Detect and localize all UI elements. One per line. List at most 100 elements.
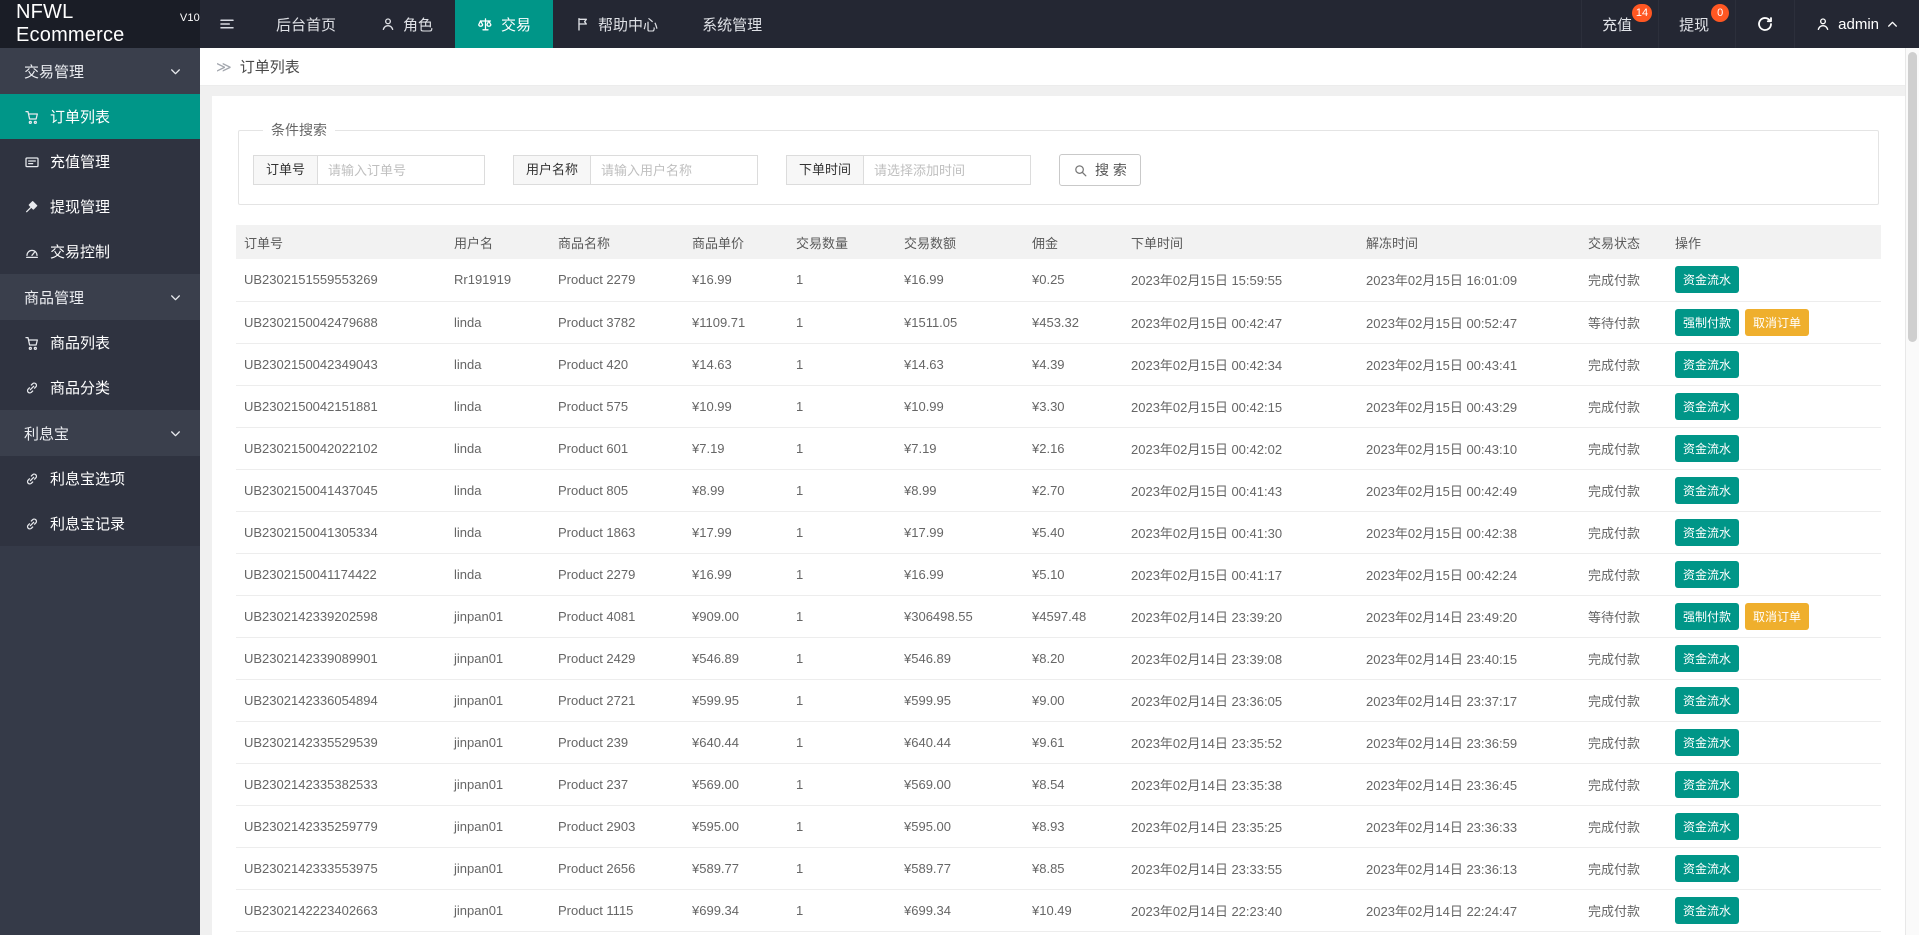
fund-flow-button[interactable]: 资金流水	[1675, 896, 1740, 924]
cell-commission: ¥2.16	[1024, 427, 1123, 470]
cell-actions: 资金流水	[1667, 385, 1881, 428]
chevron-down-icon	[171, 294, 180, 300]
cell-actions: 资金流水	[1667, 259, 1881, 302]
fund-flow-button[interactable]: 资金流水	[1675, 644, 1740, 672]
sidebar: 交易管理订单列表充值管理 提现管理 交易控制商品管理商品列表 商品分类 利息宝 利息宝选项…	[0, 48, 200, 935]
table-row: UB2302142336054894 jinpan01 Product 2721 ¥5…	[236, 679, 1881, 722]
cancel-order-button[interactable]: 取消订单	[1745, 602, 1810, 630]
sidebar-item-interest-records[interactable]: 利息宝记录	[0, 501, 200, 546]
breadcrumb: ≫ 订单列表	[200, 48, 1905, 86]
nav-item-roles[interactable]: 角色	[358, 0, 455, 48]
screen: { "brand": { "name": "NFWL Ecommerce", "…	[0, 0, 1919, 935]
cell-unit-price: ¥599.95	[684, 679, 788, 722]
cell-order-time: 2023年02月14日 23:35:25	[1123, 805, 1358, 848]
cell-product-name: Product 3782	[550, 301, 684, 344]
nav-item-trade[interactable]: 交易	[455, 0, 554, 48]
cell-status: 完成付款	[1580, 343, 1667, 386]
fund-flow-button[interactable]: 资金流水	[1675, 266, 1740, 294]
cell-unfreeze-time: 2023年02月15日 00:42:38	[1358, 511, 1580, 554]
cell-order-no: UB2302150042151881	[236, 385, 446, 428]
sidebar-group-product-management[interactable]: 商品管理	[0, 274, 200, 320]
sidebar-item-recharge-management[interactable]: 充值管理	[0, 139, 200, 184]
order-time-input[interactable]	[863, 155, 1032, 185]
fund-flow-button[interactable]: 资金流水	[1675, 518, 1740, 546]
user-icon	[382, 18, 394, 30]
card-icon	[25, 156, 39, 167]
cell-qty: 1	[788, 763, 896, 806]
cell-status: 完成付款	[1580, 889, 1667, 932]
nav-item-dashboard[interactable]: 后台首页	[254, 0, 358, 48]
sidebar-item-product-list[interactable]: 商品列表	[0, 320, 200, 365]
fund-flow-button[interactable]: 资金流水	[1675, 350, 1740, 378]
chevron-down-icon	[171, 68, 180, 74]
fund-flow-button[interactable]: 资金流水	[1675, 392, 1740, 420]
order-no-input[interactable]	[317, 155, 486, 185]
sidebar-toggle-button[interactable]	[200, 0, 254, 48]
fund-flow-button[interactable]: 资金流水	[1675, 812, 1740, 840]
recharge-label: 充值	[1602, 16, 1633, 34]
cell-commission: ¥2.70	[1024, 469, 1123, 512]
cell-amount: ¥7.19	[896, 427, 1024, 470]
cell-order-no: UB2302142333553975	[236, 847, 446, 890]
scrollbar-thumb[interactable]	[1908, 52, 1917, 342]
sidebar-group-trade-management[interactable]: 交易管理	[0, 48, 200, 94]
refresh-button[interactable]	[1735, 0, 1794, 48]
search-button[interactable]: 搜 索	[1059, 154, 1141, 186]
sidebar-item-interest-options[interactable]: 利息宝选项	[0, 456, 200, 501]
scrollbar[interactable]	[1905, 48, 1919, 935]
sidebar-item-product-category[interactable]: 商品分类	[0, 365, 200, 410]
link-icon	[26, 518, 38, 529]
user-menu[interactable]: admin	[1794, 0, 1919, 48]
fund-flow-button[interactable]: 资金流水	[1675, 476, 1740, 504]
sidebar-group-interest-treasure[interactable]: 利息宝	[0, 410, 200, 456]
fund-flow-button[interactable]: 资金流水	[1675, 560, 1740, 588]
cancel-order-button[interactable]: 取消订单	[1745, 308, 1810, 336]
cell-unit-price: ¥1109.71	[684, 301, 788, 344]
cell-unfreeze-time: 2023年02月14日 23:49:20	[1358, 595, 1580, 638]
cell-username: jinpan01	[446, 679, 550, 722]
fund-flow-button[interactable]: 资金流水	[1675, 686, 1740, 714]
fund-flow-button[interactable]: 资金流水	[1675, 434, 1740, 462]
table-row: UB2302142339202598 jinpan01 Product 4081 ¥9…	[236, 595, 1881, 638]
cell-commission: ¥8.85	[1024, 847, 1123, 890]
fund-flow-button[interactable]: 资金流水	[1675, 728, 1740, 756]
topnav-quick: 充值 14 提现 0	[1581, 0, 1735, 48]
sidebar-item-withdraw-management[interactable]: 提现管理	[0, 184, 200, 229]
brand-name: NFWL Ecommerce	[16, 1, 125, 46]
topnav-right: 充值 14 提现 0 admin	[1581, 0, 1919, 48]
nav-item-help-center[interactable]: 帮助中心	[553, 0, 680, 48]
cell-product-name: Product 2429	[550, 637, 684, 680]
cell-product-name: Product 575	[550, 385, 684, 428]
cell-qty: 1	[788, 385, 896, 428]
username-input[interactable]	[590, 155, 759, 185]
order-no-label: 订单号	[253, 155, 319, 185]
gauge-icon	[26, 249, 38, 258]
fund-flow-button[interactable]: 资金流水	[1675, 770, 1740, 798]
withdraw-label: 提现	[1679, 16, 1710, 34]
sidebar-item-order-list[interactable]: 订单列表	[0, 94, 200, 139]
fund-flow-button[interactable]: 资金流水	[1675, 854, 1740, 882]
nav-item-label: 交易	[501, 16, 532, 34]
cell-username: jinpan01	[446, 805, 550, 848]
cell-actions: 资金流水	[1667, 805, 1881, 848]
cell-amount: ¥569.00	[896, 763, 1024, 806]
nav-item-system[interactable]: 系统管理	[680, 0, 784, 48]
cell-product-name: Product 237	[550, 763, 684, 806]
cell-qty: 1	[788, 553, 896, 596]
force-pay-button[interactable]: 强制付款	[1675, 602, 1740, 630]
link-icon	[26, 382, 38, 393]
order-time-label: 下单时间	[786, 155, 865, 185]
cell-unit-price: ¥16.99	[684, 259, 788, 302]
cell-username: linda	[446, 301, 550, 344]
recharge-button[interactable]: 充值 14	[1581, 0, 1658, 48]
sidebar-item-trade-control[interactable]: 交易控制	[0, 229, 200, 274]
withdraw-button[interactable]: 提现 0	[1658, 0, 1735, 48]
sidebar-item-label: 订单列表	[50, 109, 111, 126]
cell-username: linda	[446, 553, 550, 596]
cell-status: 完成付款	[1580, 469, 1667, 512]
nav-item-label: 系统管理	[702, 16, 763, 34]
force-pay-button[interactable]: 强制付款	[1675, 308, 1740, 336]
table-row: UB2302150042349043 linda Product 420 ¥14.63…	[236, 343, 1881, 386]
sidebar-group-label: 商品管理	[24, 289, 85, 307]
withdraw-badge: 0	[1711, 4, 1730, 22]
